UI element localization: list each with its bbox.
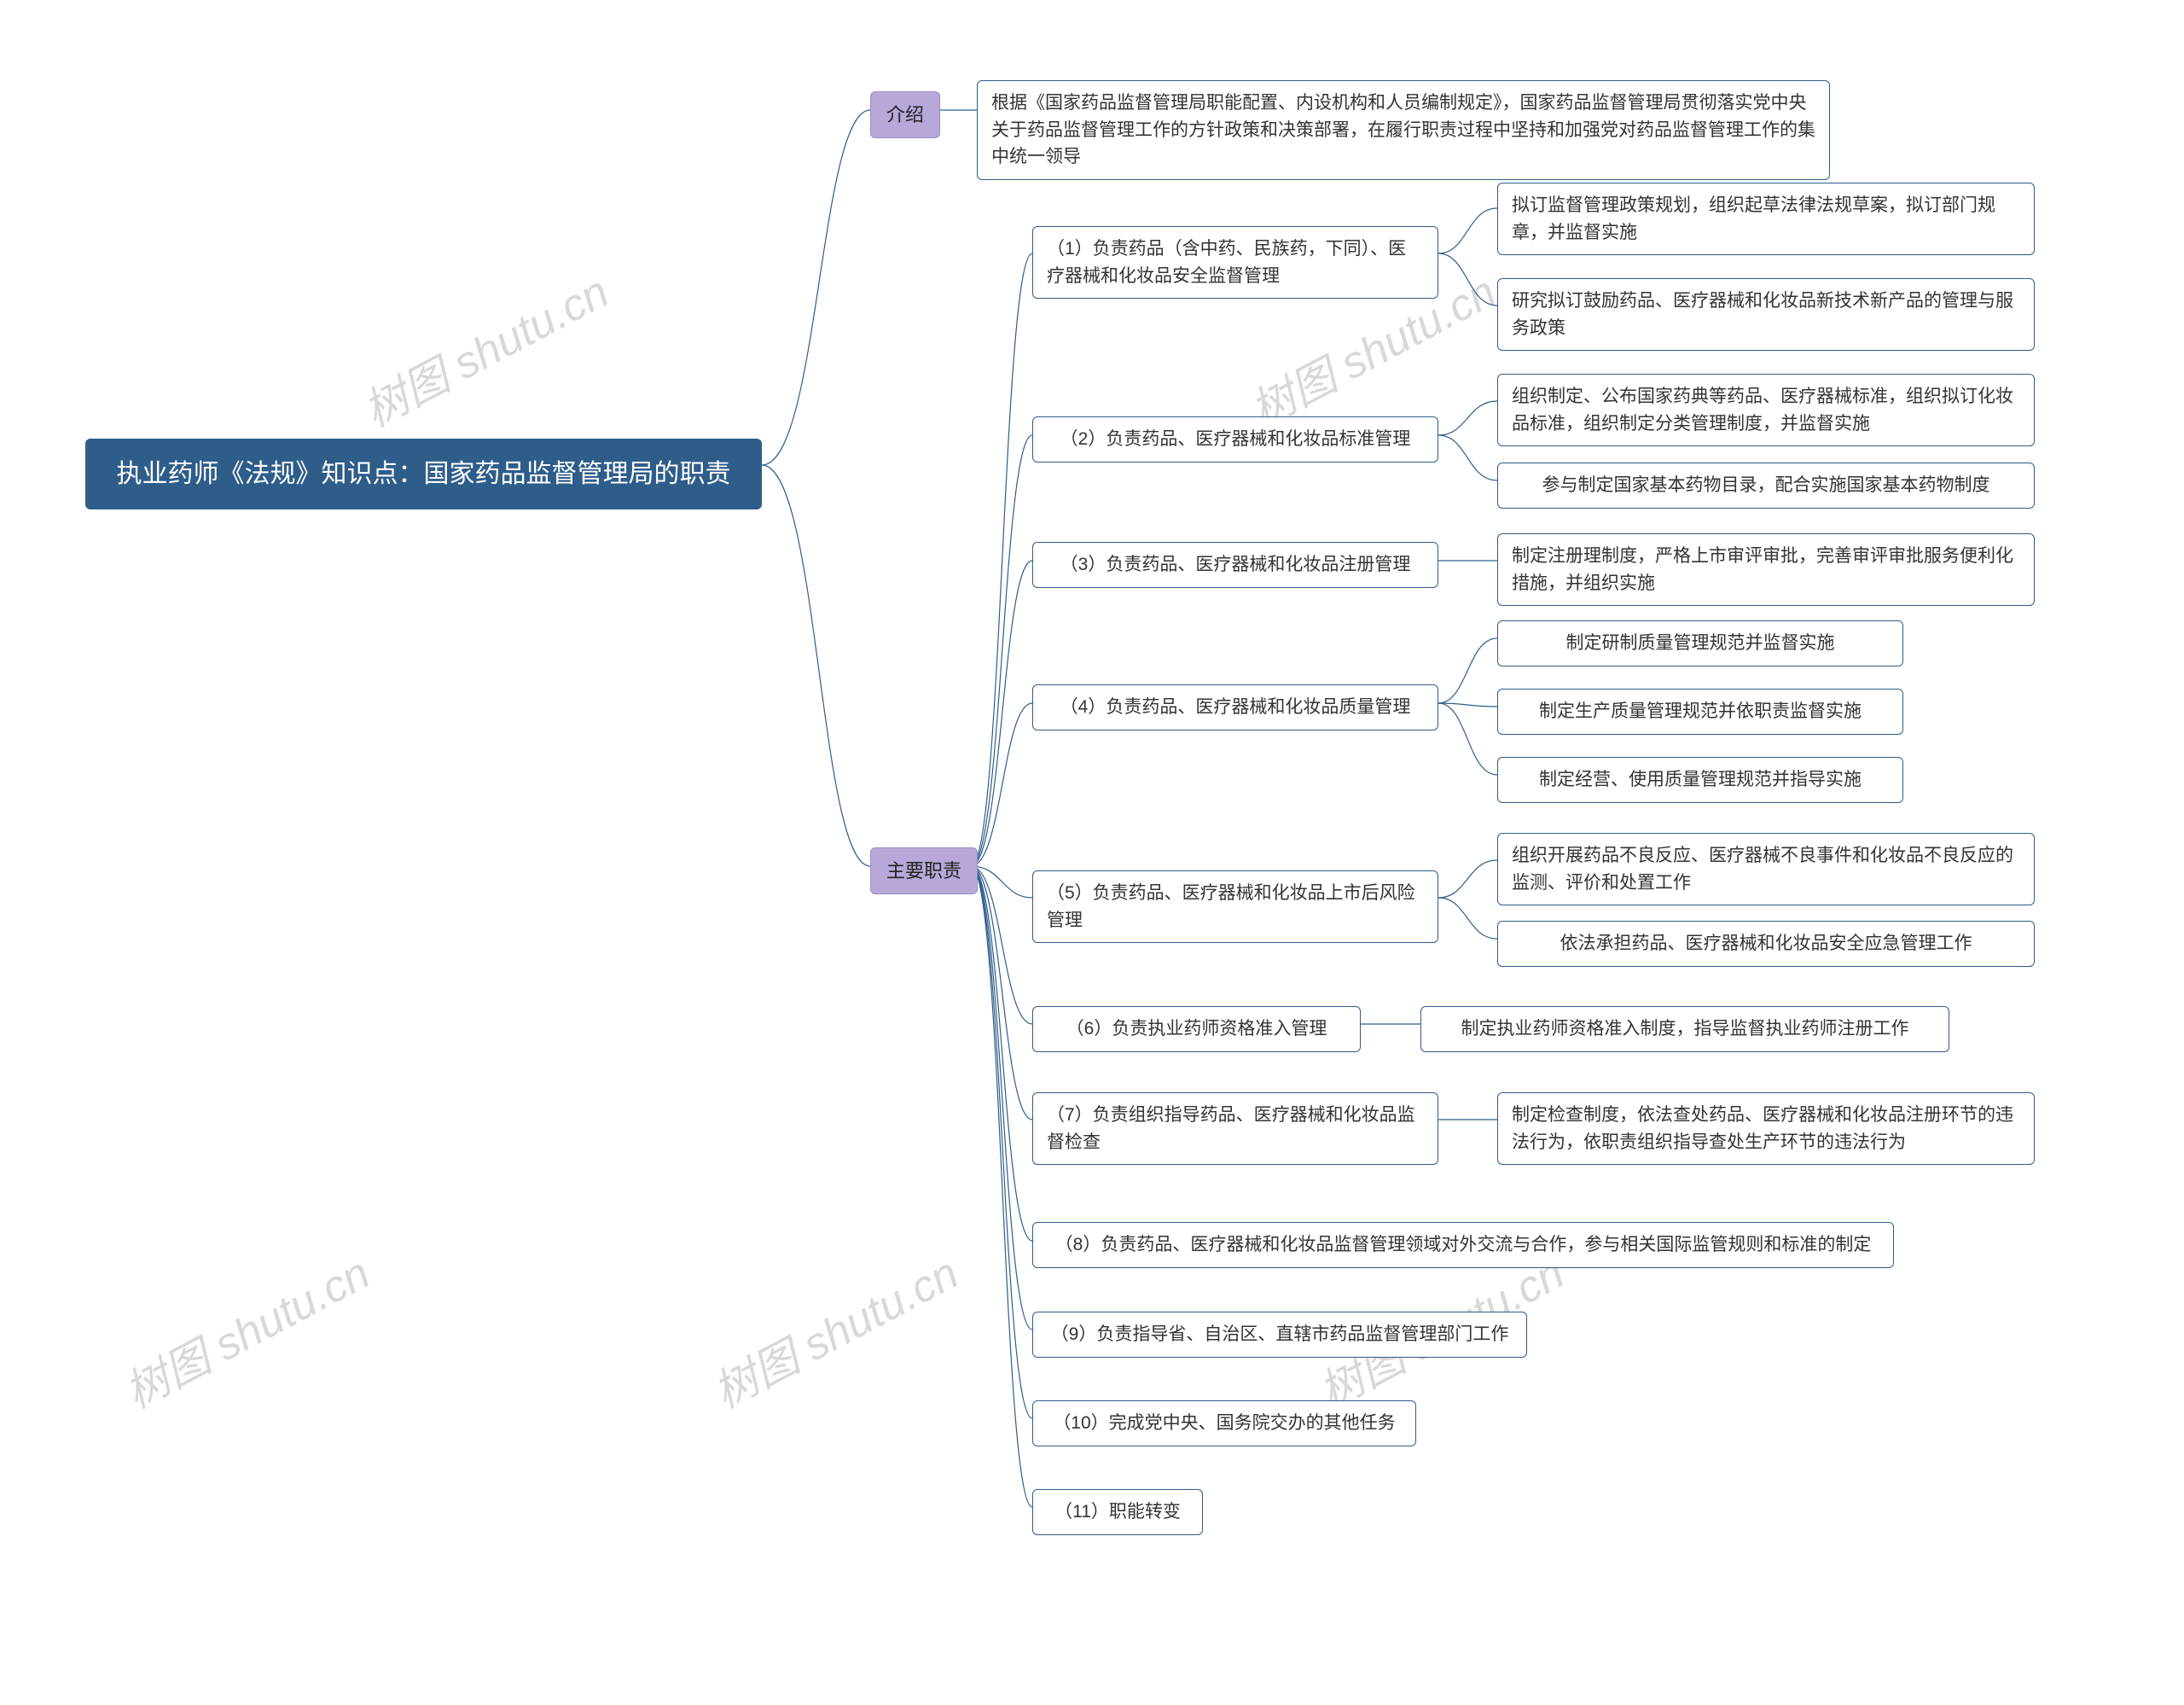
duty-5: （5）负责药品、医疗器械和化妆品上市后风险管理: [1032, 870, 1438, 943]
duty-3: （3）负责药品、医疗器械和化妆品注册管理: [1032, 542, 1438, 588]
duty-5-b: 依法承担药品、医疗器械和化妆品安全应急管理工作: [1497, 921, 2035, 967]
duty-5-a: 组织开展药品不良反应、医疗器械不良事件和化妆品不良反应的监测、评价和处置工作: [1497, 833, 2035, 905]
watermark: 树图 shutu.cn: [700, 1237, 967, 1420]
duty-7: （7）负责组织指导药品、医疗器械和化妆品监督检查: [1032, 1092, 1438, 1165]
duty-2-a: 组织制定、公布国家药典等药品、医疗器械标准，组织拟订化妆品标准，组织制定分类管理…: [1497, 374, 2035, 446]
duty-1: （1）负责药品（含中药、民族药，下同）、医疗器械和化妆品安全监督管理: [1032, 226, 1438, 299]
duty-11: （11）职能转变: [1032, 1489, 1203, 1535]
duty-3-a: 制定注册理制度，严格上市审评审批，完善审评审批服务便利化措施，并组织实施: [1497, 533, 2035, 606]
duty-10: （10）完成党中央、国务院交办的其他任务: [1032, 1400, 1416, 1446]
duty-8: （8）负责药品、医疗器械和化妆品监督管理领域对外交流与合作，参与相关国际监管规则…: [1032, 1222, 1894, 1268]
watermark: 树图 shutu.cn: [351, 256, 618, 439]
watermark: 树图 shutu.cn: [112, 1237, 379, 1420]
duty-1-b: 研究拟订鼓励药品、医疗器械和化妆品新技术新产品的管理与服务政策: [1497, 278, 2035, 351]
root-node: 执业药师《法规》知识点：国家药品监督管理局的职责: [85, 439, 762, 509]
duty-2-b: 参与制定国家基本药物目录，配合实施国家基本药物制度: [1497, 463, 2035, 509]
duty-9: （9）负责指导省、自治区、直辖市药品监督管理部门工作: [1032, 1312, 1527, 1358]
duty-4-b: 制定生产质量管理规范并依职责监督实施: [1497, 689, 1903, 735]
duty-4-c: 制定经营、使用质量管理规范并指导实施: [1497, 757, 1903, 803]
duty-4: （4）负责药品、医疗器械和化妆品质量管理: [1032, 684, 1438, 730]
duty-2: （2）负责药品、医疗器械和化妆品标准管理: [1032, 416, 1438, 463]
duty-4-a: 制定研制质量管理规范并监督实施: [1497, 620, 1903, 666]
duty-7-a: 制定检查制度，依法查处药品、医疗器械和化妆品注册环节的违法行为，依职责组织指导查…: [1497, 1092, 2035, 1165]
main-label: 主要职责: [870, 847, 978, 894]
intro-label: 介绍: [870, 91, 940, 138]
intro-text: 根据《国家药品监督管理局职能配置、内设机构和人员编制规定》，国家药品监督管理局贯…: [977, 80, 1830, 180]
duty-6: （6）负责执业药师资格准入管理: [1032, 1006, 1361, 1052]
duty-6-a: 制定执业药师资格准入制度，指导监督执业药师注册工作: [1420, 1006, 1949, 1052]
duty-1-a: 拟订监督管理政策规划，组织起草法律法规草案，拟订部门规章，并监督实施: [1497, 183, 2035, 255]
